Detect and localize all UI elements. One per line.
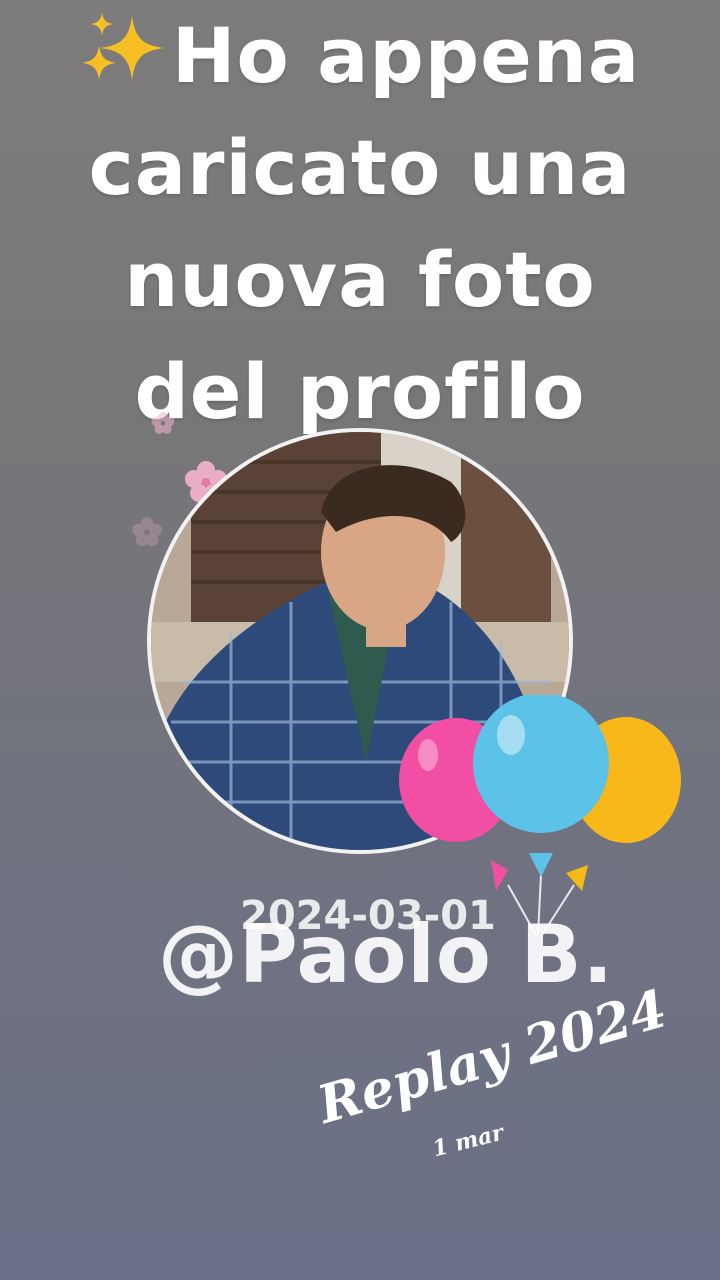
flower-icon — [151, 411, 175, 434]
headline-line-2: caricato una — [88, 123, 632, 212]
replay-date: 1 mar — [429, 1119, 507, 1163]
sparkles-icon — [81, 12, 164, 80]
headline-text-1: Ho appena — [171, 11, 641, 100]
replay-title: Replay 2024 — [311, 978, 674, 1136]
headline-line-1: Ho appena — [40, 0, 680, 112]
flower-icon — [132, 517, 162, 547]
headline: Ho appena caricato una nuova foto del pr… — [40, 0, 680, 448]
headline-line-3: nuova foto — [124, 235, 596, 324]
